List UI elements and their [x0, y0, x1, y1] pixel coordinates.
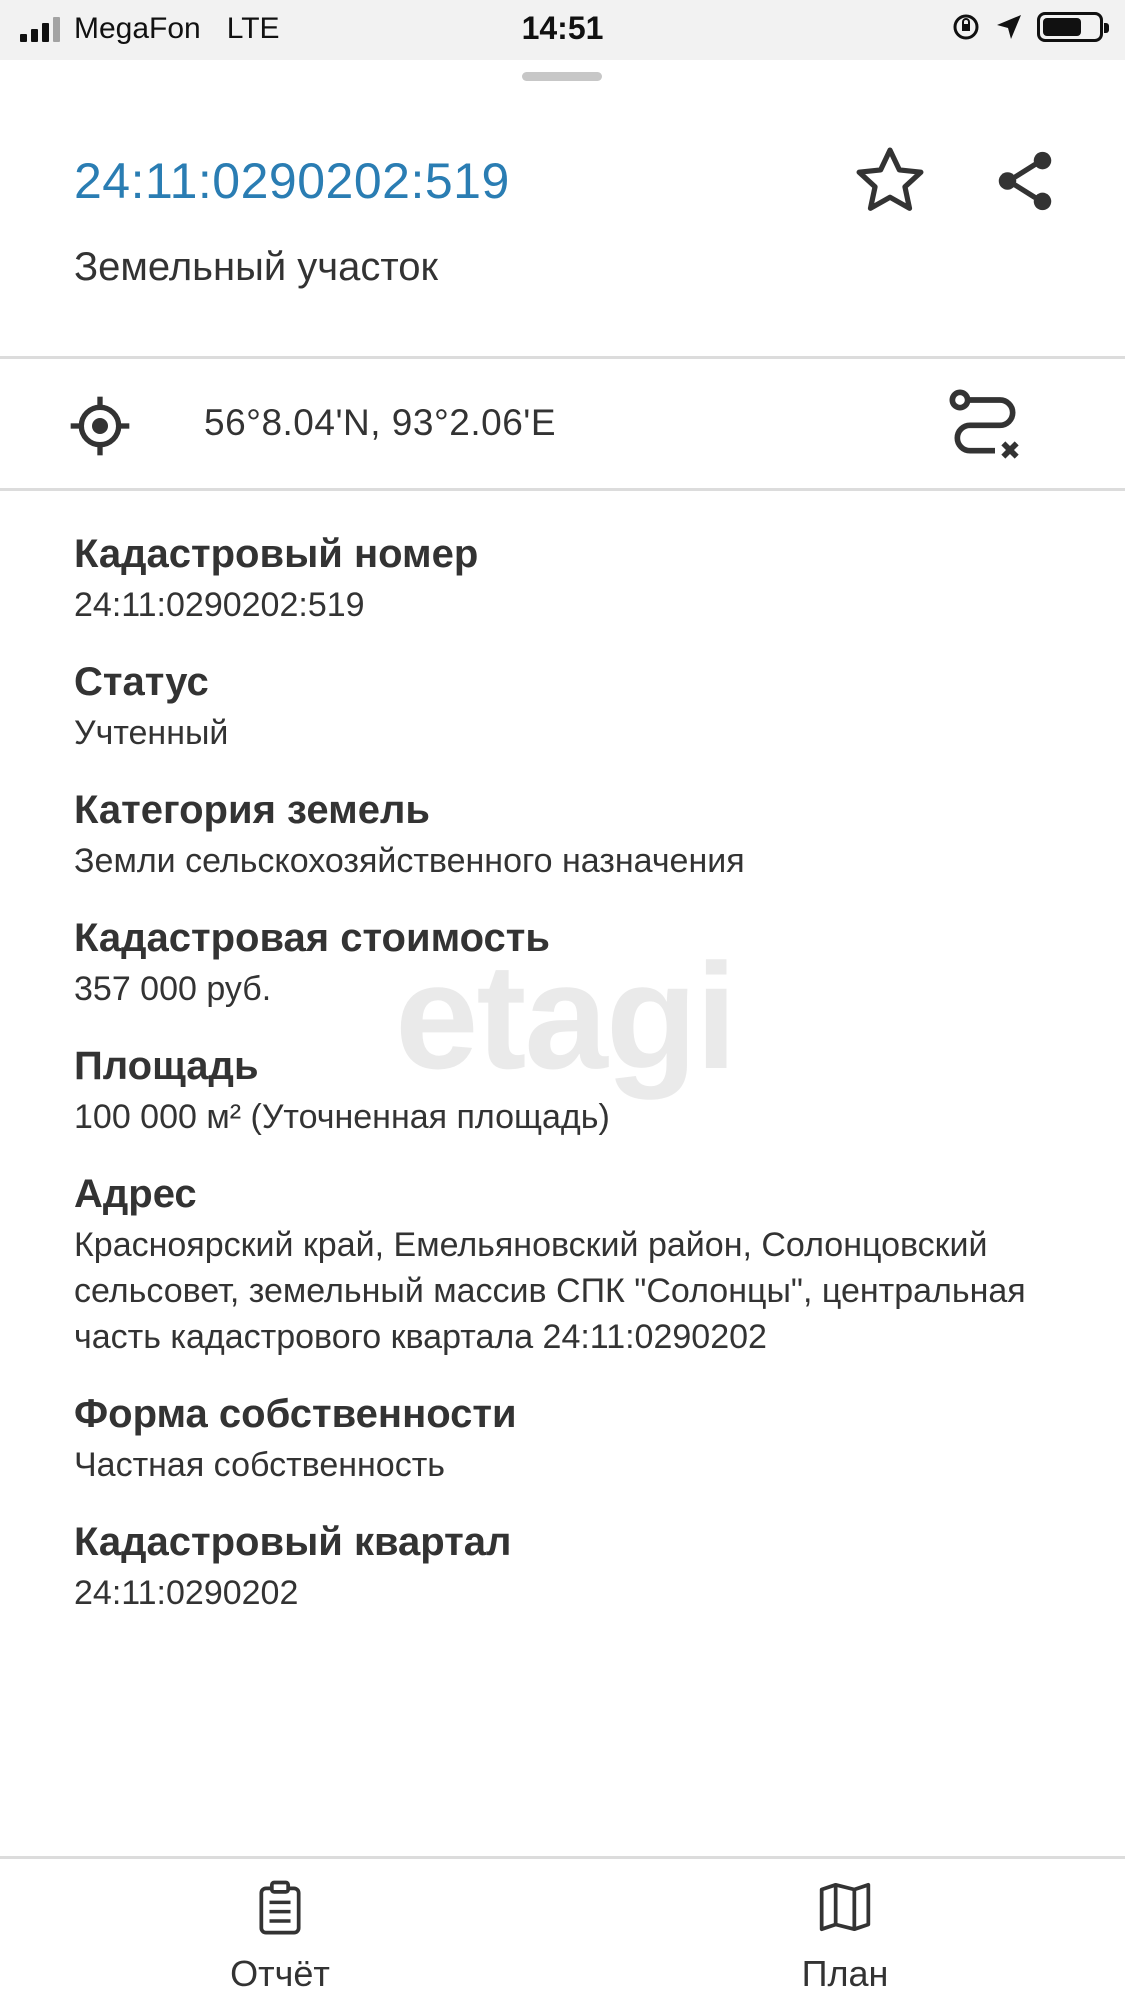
property-address: Адрес Красноярский край, Емельяновский р…	[74, 1170, 1074, 1360]
property-label: Кадастровая стоимость	[74, 916, 550, 960]
property-value: Учтенный	[74, 714, 229, 752]
property-list: Кадастровый номер 24:11:0290202:519 Стат…	[74, 530, 1074, 1646]
object-type: Земельный участок	[74, 245, 439, 289]
property-value: Частная собственность	[74, 1446, 445, 1484]
property-label: Статус	[74, 660, 209, 704]
route-button[interactable]	[940, 380, 1030, 470]
share-button[interactable]	[980, 136, 1070, 226]
coordinates-divider	[0, 488, 1125, 491]
coordinates-row: 56°8.04'N, 93°2.06'E	[0, 360, 1125, 488]
share-icon	[998, 151, 1052, 211]
property-value: 357 000 руб.	[74, 970, 272, 1008]
property-cadastral-value: Кадастровая стоимость 357 000 руб.	[74, 914, 1074, 1012]
header-divider	[0, 356, 1125, 359]
property-label: Площадь	[74, 1044, 259, 1088]
property-land-category: Категория земель Земли сельскохозяйствен…	[74, 786, 1074, 884]
tab-plan[interactable]: План	[765, 1879, 925, 1999]
property-value: 100 000 м² (Уточненная площадь)	[74, 1098, 610, 1136]
property-label: Адрес	[74, 1172, 197, 1216]
bottom-tab-bar: Отчёт План	[0, 1856, 1125, 2003]
page-title: 24:11:0290202:519	[74, 153, 510, 209]
route-icon	[949, 389, 1019, 459]
orientation-lock-icon	[953, 14, 979, 40]
star-icon	[856, 147, 924, 211]
clipboard-icon	[259, 1880, 301, 1935]
status-right	[951, 12, 1109, 42]
map-icon	[819, 1882, 871, 1932]
property-status: Статус Учтенный	[74, 658, 1074, 756]
favorite-button[interactable]	[845, 136, 935, 226]
property-value: Красноярский край, Емельяновский район, …	[74, 1226, 1026, 1356]
tab-report-label: Отчёт	[230, 1953, 330, 1994]
target-icon	[70, 396, 130, 456]
status-bar: MegaFon LTE 14:51	[0, 0, 1125, 60]
property-label: Категория земель	[74, 788, 430, 832]
location-arrow-icon	[997, 15, 1021, 39]
tab-report[interactable]: Отчёт	[200, 1879, 360, 1999]
property-value: 24:11:0290202	[74, 1574, 299, 1612]
property-cadastral-quarter: Кадастровый квартал 24:11:0290202	[74, 1518, 1074, 1616]
property-area: Площадь 100 000 м² (Уточненная площадь)	[74, 1042, 1074, 1140]
property-label: Форма собственности	[74, 1392, 517, 1436]
coordinates-text[interactable]: 56°8.04'N, 93°2.06'E	[204, 402, 556, 444]
sheet-grabber[interactable]	[522, 72, 602, 81]
property-value: 24:11:0290202:519	[74, 586, 365, 624]
property-value: Земли сельскохозяйственного назначения	[74, 842, 745, 880]
battery-icon	[1037, 12, 1109, 42]
property-ownership: Форма собственности Частная собственност…	[74, 1390, 1074, 1488]
tab-plan-label: План	[801, 1953, 889, 1994]
property-label: Кадастровый номер	[74, 532, 479, 576]
property-label: Кадастровый квартал	[74, 1520, 512, 1564]
property-cadastral-number: Кадастровый номер 24:11:0290202:519	[74, 530, 1074, 628]
